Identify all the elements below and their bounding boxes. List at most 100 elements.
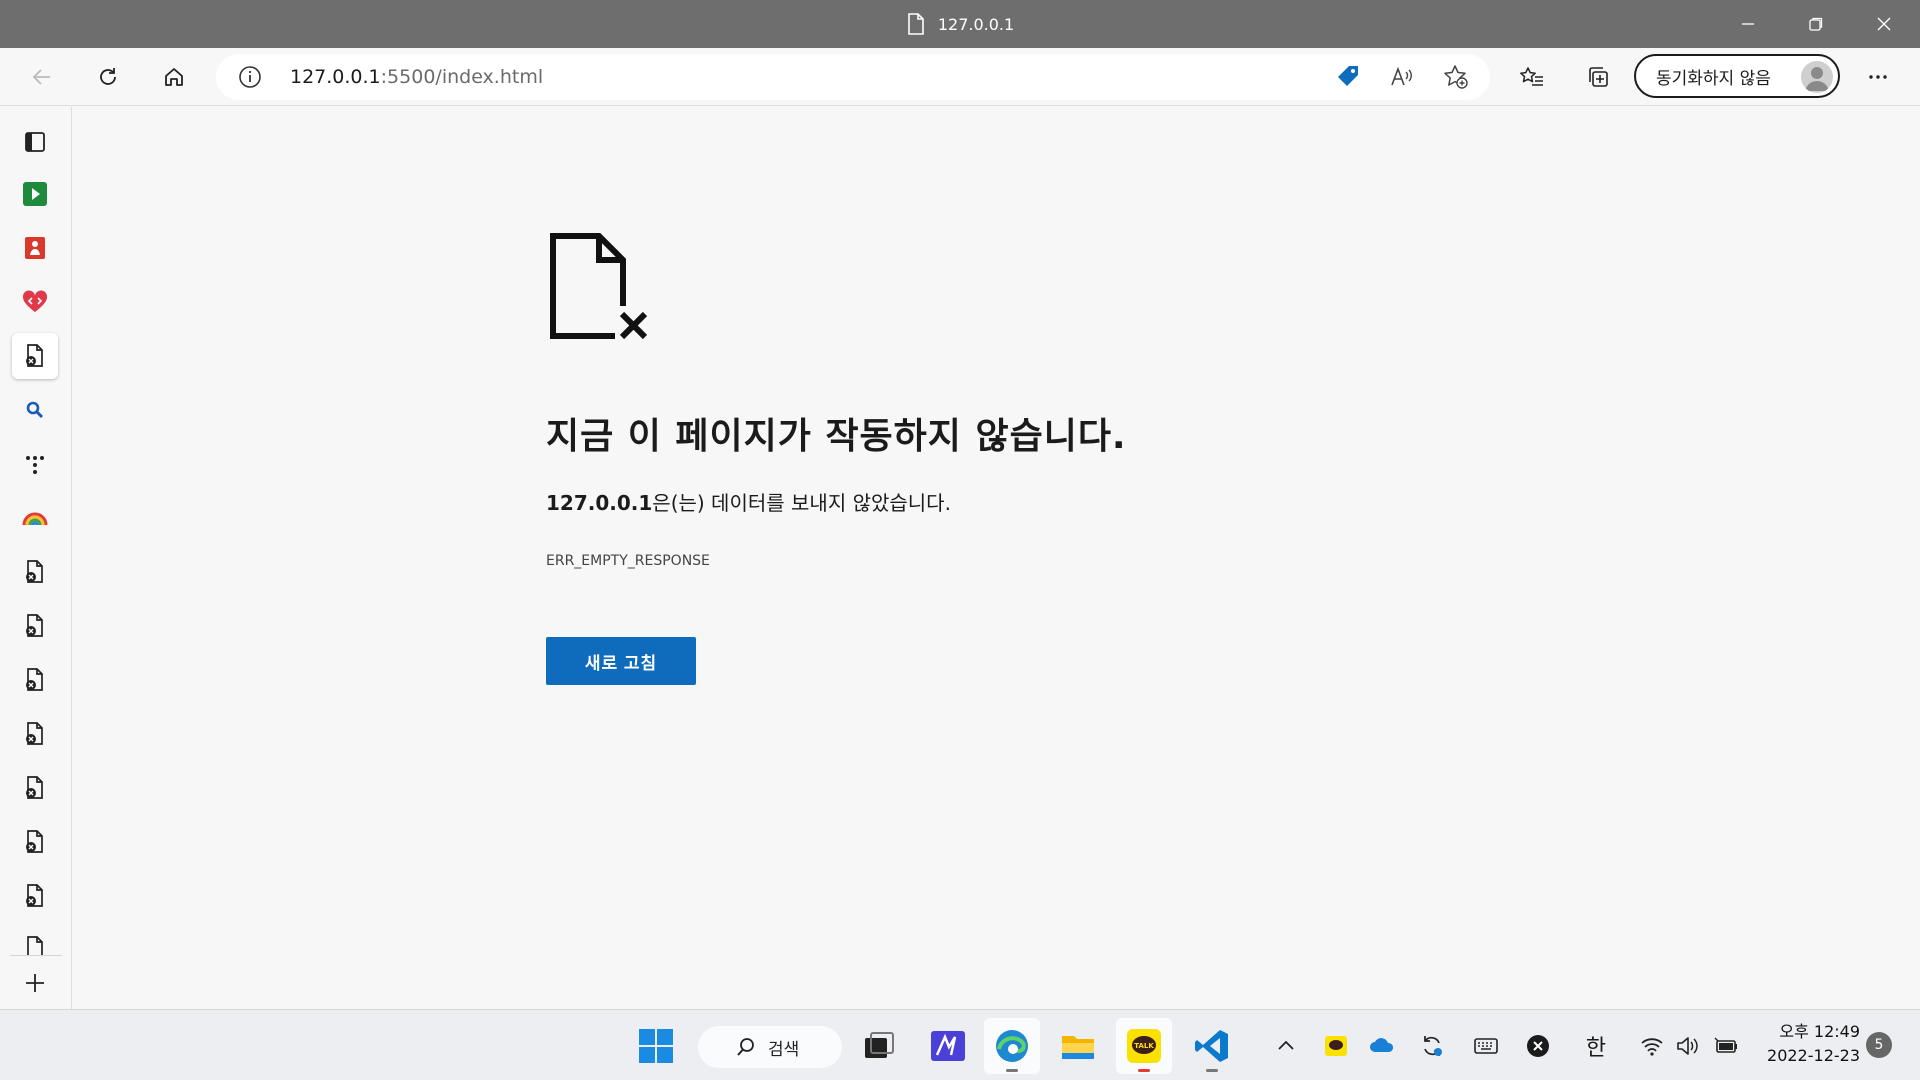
tray-battery[interactable] <box>1708 1028 1744 1064</box>
taskbar-app-vscode[interactable] <box>1184 1018 1240 1074</box>
error-host: 127.0.0.1 <box>546 491 653 515</box>
search-icon <box>26 401 44 419</box>
sidebar-tab-error-1[interactable] <box>12 549 58 595</box>
windows-logo-icon <box>639 1029 673 1063</box>
restore-button[interactable] <box>1782 0 1850 48</box>
favorites-button[interactable] <box>1512 57 1552 97</box>
error-page-icon <box>26 830 43 853</box>
back-arrow-icon <box>32 69 50 85</box>
error-page-icon <box>26 884 43 907</box>
add-favorite-button[interactable] <box>1442 63 1470 91</box>
tray-volume[interactable] <box>1670 1028 1706 1064</box>
sidebar-tab-3[interactable] <box>12 279 58 325</box>
taskbar-app-edge[interactable] <box>984 1018 1040 1074</box>
sidebar-tab-1[interactable] <box>12 171 58 217</box>
mathpix-icon <box>931 1031 965 1061</box>
taskbar-search[interactable]: 검색 <box>698 1026 842 1068</box>
error-description-text: 은(는) 데이터를 보내지 않았습니다. <box>652 491 951 515</box>
tray-wifi[interactable] <box>1634 1028 1670 1064</box>
running-indicator <box>1006 1069 1018 1072</box>
battery-charging-icon <box>1714 1037 1737 1053</box>
shopping-tag-button[interactable] <box>1334 63 1362 91</box>
taskbar-app-mathpix[interactable] <box>920 1018 976 1074</box>
sidebar-tab-active[interactable] <box>12 333 58 379</box>
error-page-icon <box>27 936 43 955</box>
url-host: 127.0.0.1 <box>290 66 381 88</box>
x-circle-icon <box>1527 1035 1549 1057</box>
page-icon <box>908 13 924 35</box>
back-button[interactable] <box>22 57 62 97</box>
task-view-button[interactable] <box>850 1018 906 1074</box>
tray-keyboard[interactable] <box>1468 1028 1504 1064</box>
error-page-icon <box>26 668 43 691</box>
dots-icon <box>26 456 44 474</box>
sidebar-tab-2[interactable] <box>12 225 58 271</box>
sidebar-tab-dots[interactable] <box>12 441 58 487</box>
price-tag-icon <box>1338 66 1358 86</box>
kakaotalk-icon: TALK <box>1127 1029 1161 1063</box>
notification-badge[interactable]: 5 <box>1866 1032 1892 1058</box>
minimize-button[interactable] <box>1714 0 1782 48</box>
heart-code-icon <box>22 290 48 312</box>
edge-icon <box>996 1030 1028 1062</box>
tab-actions-menu[interactable] <box>12 119 58 165</box>
error-code: ERR_EMPTY_RESPONSE <box>546 553 710 569</box>
sidebar-tab-error-3[interactable] <box>12 657 58 703</box>
speaker-icon <box>1677 1037 1698 1055</box>
sidebar-tab-error-5[interactable] <box>12 765 58 811</box>
wifi-icon <box>1641 1038 1663 1056</box>
url-path: :5500/index.html <box>380 66 544 88</box>
sidebar-tab-rainbow[interactable] <box>12 495 58 541</box>
search-label: 검색 <box>768 1039 800 1060</box>
error-page-icon <box>26 344 43 367</box>
start-button[interactable] <box>628 1018 684 1074</box>
favorites-list-icon <box>1520 67 1543 86</box>
clock-time: 오후 12:49 <box>1779 1022 1860 1041</box>
error-page-icon <box>26 614 43 637</box>
close-icon <box>1877 17 1891 31</box>
tray-sync[interactable] <box>1414 1028 1450 1064</box>
address-bar[interactable]: 127.0.0.1:5500/index.html <box>216 54 1490 100</box>
sidebar-tab-error-4[interactable] <box>12 711 58 757</box>
sidebar-tab-error-7[interactable] <box>12 873 58 919</box>
ime-indicator[interactable]: 한 <box>1578 1028 1614 1064</box>
close-button[interactable] <box>1850 0 1918 48</box>
avatar <box>1801 61 1833 93</box>
settings-more-button[interactable] <box>1858 57 1898 97</box>
read-aloud-icon <box>1391 66 1412 86</box>
url-text[interactable]: 127.0.0.1:5500/index.html <box>290 54 543 100</box>
sidebar-divider <box>10 955 62 956</box>
vscode-icon <box>1195 1030 1228 1062</box>
tray-overflow-button[interactable] <box>1268 1028 1304 1064</box>
sidebar-tab-error-8[interactable] <box>12 925 58 955</box>
tray-app-x[interactable] <box>1520 1028 1556 1064</box>
sidebar-tab-search[interactable] <box>12 387 58 433</box>
running-indicator <box>1138 1069 1150 1072</box>
home-icon <box>165 68 183 86</box>
running-indicator <box>1206 1069 1218 1072</box>
tray-onedrive[interactable] <box>1364 1028 1400 1064</box>
sync-label: 동기화하지 않음 <box>1656 68 1771 89</box>
page-content: 지금 이 페이지가 작동하지 않습니다. 127.0.0.1은(는) 데이터를 … <box>73 107 1920 1009</box>
error-page-icon <box>26 776 43 799</box>
new-tab-button[interactable] <box>12 960 58 1006</box>
info-icon[interactable] <box>238 65 262 89</box>
sidebar-tab-error-2[interactable] <box>12 603 58 649</box>
sidebar-tab-error-6[interactable] <box>12 819 58 865</box>
tab-actions-icon <box>25 132 45 152</box>
refresh-button[interactable] <box>88 57 128 97</box>
reload-button[interactable]: 새로 고침 <box>546 637 696 685</box>
taskbar-app-explorer[interactable] <box>1050 1018 1106 1074</box>
vertical-tabs-sidebar <box>0 107 72 1009</box>
error-description: 127.0.0.1은(는) 데이터를 보내지 않았습니다. <box>546 487 951 516</box>
collections-button[interactable] <box>1578 57 1618 97</box>
profile-sync-button[interactable]: 동기화하지 않음 <box>1634 54 1840 98</box>
taskbar-app-kakaotalk[interactable]: TALK <box>1116 1018 1172 1074</box>
read-aloud-button[interactable] <box>1388 63 1416 91</box>
home-button[interactable] <box>154 57 194 97</box>
tray-kakaotalk[interactable] <box>1318 1028 1354 1064</box>
system-clock[interactable]: 오후 12:49 2022-12-23 <box>1750 1020 1860 1068</box>
add-icon <box>26 974 44 992</box>
collections-icon <box>1589 67 1608 87</box>
red-app-icon <box>25 237 45 259</box>
